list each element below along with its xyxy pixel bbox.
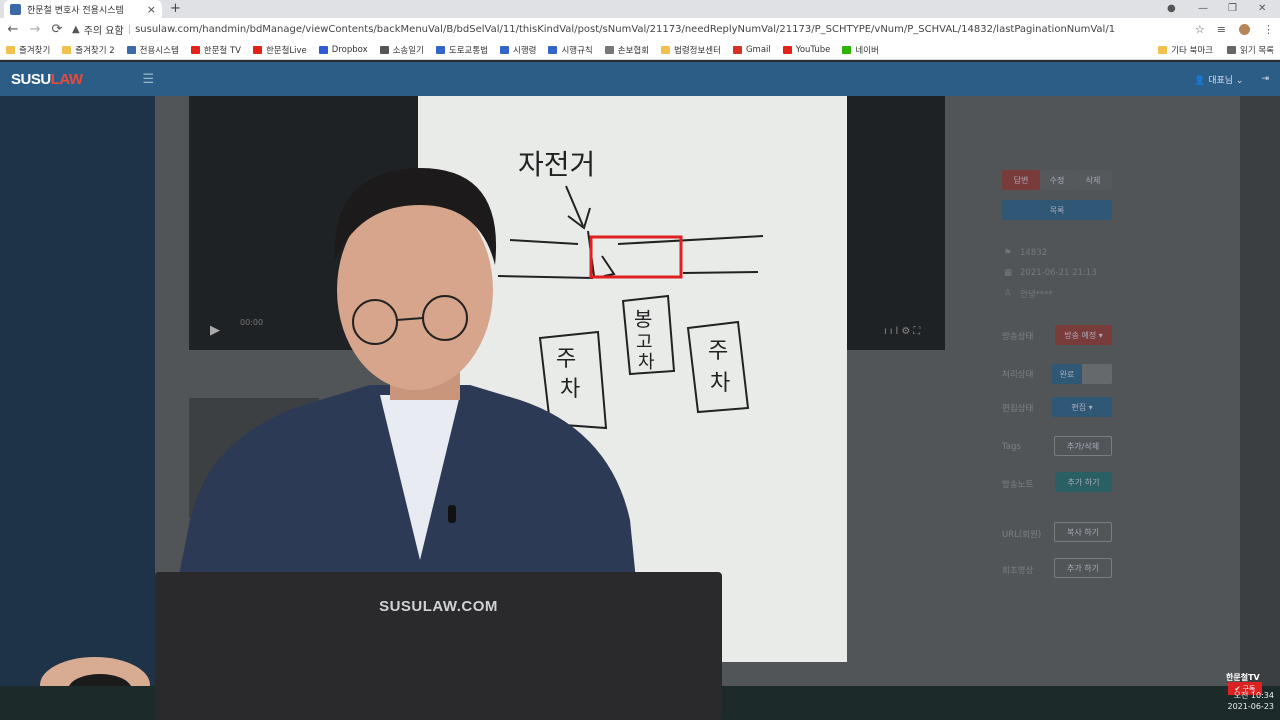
monitor-brand: SUSULAW.COM <box>379 598 498 615</box>
system-clock: 오전 10:34 2021-06-23 <box>1228 690 1275 712</box>
monitor <box>155 572 722 720</box>
clock-time: 오전 10:34 <box>1233 691 1274 700</box>
lapel-microphone-icon <box>448 505 456 523</box>
clock-date: 2021-06-23 <box>1227 702 1275 711</box>
